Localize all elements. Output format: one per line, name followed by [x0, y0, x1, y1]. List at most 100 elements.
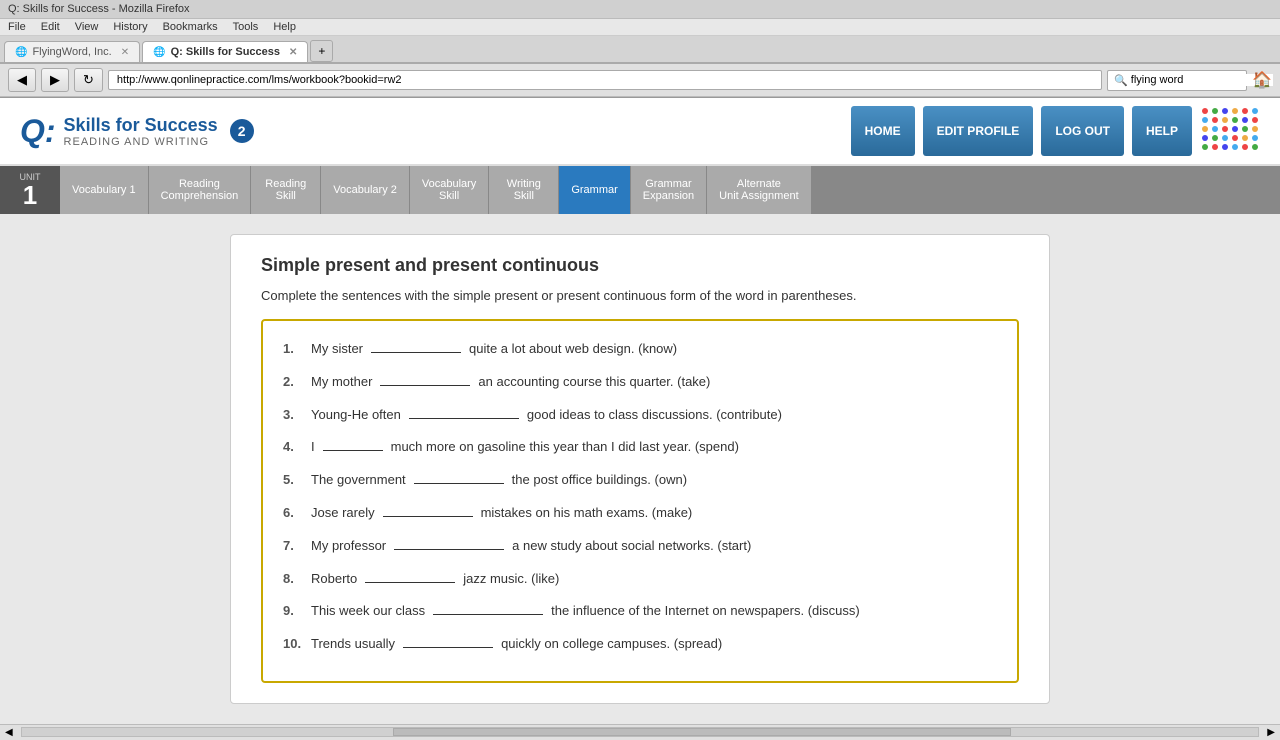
logout-button[interactable]: LOG OUT [1041, 106, 1124, 156]
unit-nav: UNIT 1 Vocabulary 1 ReadingComprehension… [0, 166, 1280, 214]
exercise-item-10: 10. Trends usually quickly on college ca… [283, 632, 997, 655]
logo-q: Q: [20, 113, 56, 150]
menu-view[interactable]: View [75, 21, 99, 33]
unit-number: 1 [23, 182, 37, 208]
item-4-text1: I [311, 437, 315, 458]
item-2-text1: My mother [311, 372, 372, 393]
item-num-5: 5. [283, 470, 307, 491]
item-num-1: 1. [283, 339, 307, 360]
tab-vocabulary1[interactable]: Vocabulary 1 [60, 166, 149, 214]
exercise-title: Simple present and present continuous [261, 255, 1019, 276]
scroll-track [21, 727, 1260, 737]
tab-skills-close[interactable]: ✕ [289, 47, 297, 58]
scroll-thumb[interactable] [393, 728, 1011, 736]
tab-flyingword-close[interactable]: ✕ [121, 47, 129, 58]
back-button[interactable]: ◀ [8, 68, 36, 92]
scroll-right-button[interactable]: ▶ [1262, 727, 1280, 738]
logo-badge: 2 [230, 119, 254, 143]
tab-flyingword[interactable]: 🌐 FlyingWord, Inc. ✕ [4, 41, 140, 62]
exercise-item-5: 5. The government the post office buildi… [283, 468, 997, 491]
exercise-item-4: 4. I much more on gasoline this year tha… [283, 435, 997, 458]
new-tab-button[interactable]: + [310, 40, 333, 62]
item-10-text1: Trends usually [311, 634, 395, 655]
item-num-10: 10. [283, 634, 307, 655]
item-num-3: 3. [283, 405, 307, 426]
forward-button[interactable]: ▶ [41, 68, 69, 92]
tab-vocabulary2[interactable]: Vocabulary 2 [321, 166, 410, 214]
address-bar[interactable] [108, 70, 1102, 90]
item-9-text1: This week our class [311, 601, 425, 622]
title-bar: Q: Skills for Success - Mozilla Firefox [0, 0, 1280, 19]
item-3-text1: Young-He often [311, 405, 401, 426]
menu-history[interactable]: History [113, 21, 147, 33]
item-5-text2: the post office buildings. (own) [512, 470, 687, 491]
app-content: Q: Skills for Success READING AND WRITIN… [0, 98, 1280, 724]
item-6-text1: Jose rarely [311, 503, 375, 524]
tab-flyingword-favicon: 🌐 [15, 47, 27, 58]
menu-help[interactable]: Help [273, 21, 296, 33]
exercise-item-8: 8. Roberto jazz music. (like) [283, 567, 997, 590]
exercise-item-9: 9. This week our class the influence of … [283, 599, 997, 622]
item-5-text1: The government [311, 470, 406, 491]
logo-text-section: Skills for Success READING AND WRITING [64, 115, 218, 148]
exercise-item-7: 7. My professor a new study about social… [283, 534, 997, 557]
tab-writing-skill[interactable]: WritingSkill [489, 166, 559, 214]
item-3-text2: good ideas to class discussions. (contri… [527, 405, 782, 426]
instruction: Complete the sentences with the simple p… [261, 288, 1019, 303]
tab-reading-skill[interactable]: ReadingSkill [251, 166, 321, 214]
menu-edit[interactable]: Edit [41, 21, 60, 33]
menu-file[interactable]: File [8, 21, 26, 33]
logo-section: Q: Skills for Success READING AND WRITIN… [20, 113, 254, 150]
nav-bar: ◀ ▶ ↻ 🔍 🏠 [0, 64, 1280, 97]
tab-skills-label: Q: Skills for Success [171, 46, 280, 58]
item-8-text2: jazz music. (like) [463, 569, 559, 590]
item-10-blank[interactable] [403, 632, 493, 648]
tab-grammar[interactable]: Grammar [559, 166, 630, 214]
item-num-8: 8. [283, 569, 307, 590]
exercise-item-1: 1. My sister quite a lot about web desig… [283, 337, 997, 360]
tab-reading-comprehension[interactable]: ReadingComprehension [149, 166, 252, 214]
search-engine-icon: 🔍 [1114, 74, 1128, 87]
item-10-text2: quickly on college campuses. (spread) [501, 634, 722, 655]
item-8-blank[interactable] [365, 567, 455, 583]
item-num-7: 7. [283, 536, 307, 557]
home-nav-button[interactable]: HOME [851, 106, 915, 156]
tab-alternate-unit[interactable]: AlternateUnit Assignment [707, 166, 811, 214]
logo-subtitle: READING AND WRITING [64, 136, 218, 148]
item-1-text2: quite a lot about web design. (know) [469, 339, 677, 360]
home-button[interactable]: 🏠 [1252, 70, 1272, 90]
tab-skills[interactable]: 🌐 Q: Skills for Success ✕ [142, 41, 308, 62]
refresh-button[interactable]: ↻ [74, 68, 103, 92]
item-num-9: 9. [283, 601, 307, 622]
menu-bookmarks[interactable]: Bookmarks [163, 21, 218, 33]
item-2-text2: an accounting course this quarter. (take… [478, 372, 710, 393]
content-box: Simple present and present continuous Co… [230, 234, 1050, 704]
item-1-text1: My sister [311, 339, 363, 360]
tab-grammar-expansion[interactable]: GrammarExpansion [631, 166, 707, 214]
scroll-left-button[interactable]: ◀ [0, 727, 18, 738]
edit-profile-button[interactable]: EDIT PROFILE [923, 106, 1034, 156]
nav-tabs: Vocabulary 1 ReadingComprehension Readin… [60, 166, 1280, 214]
item-4-blank[interactable] [323, 435, 383, 451]
item-num-4: 4. [283, 437, 307, 458]
item-1-blank[interactable] [371, 337, 461, 353]
item-9-blank[interactable] [433, 599, 543, 615]
item-6-blank[interactable] [383, 501, 473, 517]
logo-title: Skills for Success [64, 115, 218, 136]
item-2-blank[interactable] [380, 370, 470, 386]
item-8-text1: Roberto [311, 569, 357, 590]
exercise-item-3: 3. Young-He often good ideas to class di… [283, 403, 997, 426]
item-5-blank[interactable] [414, 468, 504, 484]
item-3-blank[interactable] [409, 403, 519, 419]
exercise-item-2: 2. My mother an accounting course this q… [283, 370, 997, 393]
exercise-container: 1. My sister quite a lot about web desig… [261, 319, 1019, 683]
menu-tools[interactable]: Tools [233, 21, 259, 33]
item-num-2: 2. [283, 372, 307, 393]
help-button[interactable]: HELP [1132, 106, 1192, 156]
item-9-text2: the influence of the Internet on newspap… [551, 601, 860, 622]
item-4-text2: much more on gasoline this year than I d… [391, 437, 739, 458]
item-7-blank[interactable] [394, 534, 504, 550]
window-title: Q: Skills for Success - Mozilla Firefox [8, 3, 190, 15]
tab-vocabulary-skill[interactable]: VocabularySkill [410, 166, 489, 214]
app-header: Q: Skills for Success READING AND WRITIN… [0, 98, 1280, 166]
